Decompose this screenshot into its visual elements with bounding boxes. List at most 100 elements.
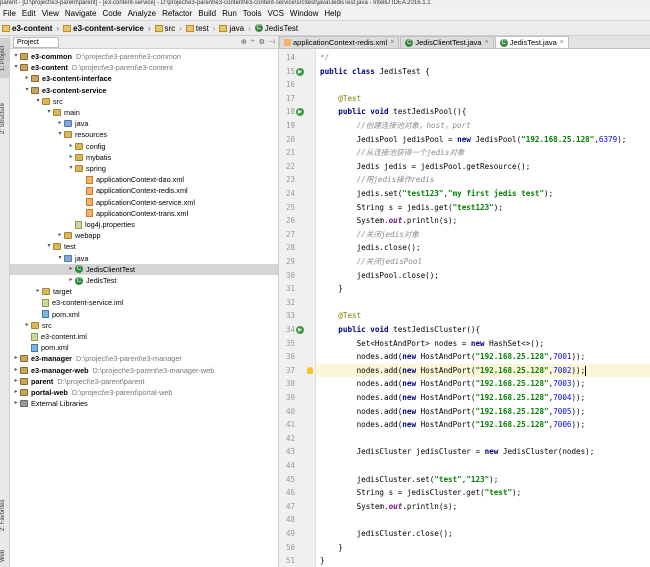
breadcrumb-label: java bbox=[229, 23, 245, 33]
chevron-down-icon[interactable]: ▾ bbox=[12, 51, 20, 62]
menu-item-run[interactable]: Run bbox=[219, 9, 240, 18]
tree-row[interactable]: e3-content.iml bbox=[10, 331, 278, 342]
chevron-right-icon[interactable]: ▸ bbox=[56, 118, 64, 129]
tree-row[interactable]: ▾ src bbox=[10, 96, 278, 107]
chevron-right-icon[interactable]: ▸ bbox=[34, 286, 42, 297]
tree-row[interactable]: ▸ mybatis bbox=[10, 152, 278, 163]
tree-row[interactable]: e3-content-service.iml bbox=[10, 297, 278, 308]
tree-row[interactable]: applicationContext-redis.xml bbox=[10, 185, 278, 196]
close-icon[interactable]: × bbox=[390, 37, 394, 48]
chevron-right-icon[interactable]: ▸ bbox=[12, 387, 20, 398]
tree-row[interactable]: applicationContext-dao.xml bbox=[10, 174, 278, 185]
chevron-down-icon[interactable]: ▾ bbox=[56, 253, 64, 264]
chevron-down-icon[interactable]: ▾ bbox=[12, 62, 20, 73]
run-test-icon[interactable]: ▶ bbox=[296, 326, 304, 334]
menu-item-build[interactable]: Build bbox=[195, 9, 219, 18]
breadcrumb-item[interactable]: java › bbox=[217, 24, 252, 33]
scroll-from-source-icon[interactable]: ⊕ bbox=[241, 38, 247, 46]
tree-row[interactable]: ▸ webapp bbox=[10, 230, 278, 241]
menu-item-edit[interactable]: Edit bbox=[19, 9, 39, 18]
tab-favorites[interactable]: 2: Favorites bbox=[0, 491, 9, 539]
tab-web[interactable]: Web bbox=[0, 546, 9, 566]
tree-row[interactable]: ▸ e3-manager D:\project\e3-parent\e3-manag… bbox=[10, 353, 278, 364]
tree-row[interactable]: ▾ java bbox=[10, 253, 278, 264]
tree-row[interactable]: pom.xml bbox=[10, 309, 278, 320]
tree-row[interactable]: ▾ resources bbox=[10, 129, 278, 140]
menu-item-code[interactable]: Code bbox=[99, 9, 124, 18]
breadcrumb-item[interactable]: src › bbox=[153, 24, 184, 33]
tab-structure[interactable]: 2: Structure bbox=[0, 92, 9, 144]
close-icon[interactable]: × bbox=[560, 37, 564, 48]
tab-project[interactable]: 1: Project bbox=[0, 38, 9, 78]
breadcrumb-item[interactable]: e3-content › bbox=[0, 24, 61, 33]
close-icon[interactable]: × bbox=[485, 37, 489, 48]
breadcrumb-label: src bbox=[164, 23, 176, 33]
chevron-right-icon[interactable]: ▸ bbox=[67, 264, 75, 275]
hide-panel-icon[interactable]: ⊣ bbox=[269, 38, 275, 46]
chevron-right-icon[interactable]: ▸ bbox=[67, 152, 75, 163]
tree-row[interactable]: ▾ e3-content-service bbox=[10, 85, 278, 96]
tree-item-label: JedisClientTest bbox=[86, 264, 136, 274]
tree-row[interactable]: ▸ parent D:\project\e3-parent\parent bbox=[10, 376, 278, 387]
tree-row[interactable]: applicationContext-trans.xml bbox=[10, 208, 278, 219]
project-view-selector[interactable]: Project bbox=[13, 36, 59, 48]
lightbulb-icon[interactable] bbox=[307, 366, 313, 374]
tree-row[interactable]: ▸ e3-content-interface bbox=[10, 73, 278, 84]
menu-item-analyze[interactable]: Analyze bbox=[125, 9, 159, 18]
chevron-right-icon[interactable]: ▸ bbox=[12, 365, 20, 376]
tree-row[interactable]: ▾ e3-content D:\project\e3-parent\e3-conte… bbox=[10, 62, 278, 73]
tree-row[interactable]: log4j.properties bbox=[10, 219, 278, 230]
menu-item-navigate[interactable]: Navigate bbox=[62, 9, 100, 18]
menu-item-vcs[interactable]: VCS bbox=[264, 9, 286, 18]
chevron-right-icon[interactable]: ▸ bbox=[67, 275, 75, 286]
tab-applicationcontext-redis-xml[interactable]: applicationContext-redis.xml × bbox=[279, 36, 400, 48]
tree-row[interactable]: ▸ config bbox=[10, 141, 278, 152]
tree-row[interactable]: ▸ C JedisTest bbox=[10, 275, 278, 286]
chevron-down-icon[interactable]: ▾ bbox=[45, 107, 53, 118]
chevron-right-icon[interactable]: ▸ bbox=[12, 376, 20, 387]
breadcrumb-item[interactable]: C JedisTest bbox=[253, 24, 300, 33]
chevron-right-icon[interactable]: ▸ bbox=[12, 398, 20, 409]
tree-row[interactable]: ▾ test bbox=[10, 241, 278, 252]
chevron-right-icon[interactable]: ▸ bbox=[12, 353, 20, 364]
tree-item-label: test bbox=[64, 242, 76, 252]
tree-row[interactable]: pom.xml bbox=[10, 342, 278, 353]
tree-row[interactable]: ▸ C JedisClientTest bbox=[10, 263, 278, 275]
chevron-right-icon[interactable]: ▸ bbox=[23, 73, 31, 84]
collapse-all-icon[interactable]: ÷ bbox=[251, 38, 255, 46]
chevron-down-icon[interactable]: ▾ bbox=[23, 85, 31, 96]
run-test-icon[interactable]: ▶ bbox=[296, 67, 304, 76]
tree-row[interactable]: ▾ main bbox=[10, 107, 278, 118]
tree-row[interactable]: ▾ e3-common D:\project\e3-parent\e3-common bbox=[10, 51, 278, 62]
tree-row[interactable]: ▸ src bbox=[10, 320, 278, 331]
tree-row[interactable]: ▸ External Libraries bbox=[10, 398, 278, 409]
tree-item-label: java bbox=[75, 253, 89, 263]
chevron-down-icon[interactable]: ▾ bbox=[67, 163, 75, 174]
menu-item-view[interactable]: View bbox=[39, 9, 62, 18]
run-test-icon[interactable]: ▶ bbox=[296, 108, 304, 117]
tree-row[interactable]: ▸ e3-manager-web D:\project\e3-parent\e3-m… bbox=[10, 365, 278, 376]
tree-row[interactable]: ▾ spring bbox=[10, 163, 278, 174]
tree-row[interactable]: applicationContext-service.xml bbox=[10, 197, 278, 208]
menu-item-tools[interactable]: Tools bbox=[240, 9, 265, 18]
chevron-right-icon[interactable]: ▸ bbox=[23, 320, 31, 331]
tree-row[interactable]: ▸ java bbox=[10, 118, 278, 129]
chevron-down-icon[interactable]: ▾ bbox=[45, 241, 53, 252]
menu-item-file[interactable]: File bbox=[0, 9, 19, 18]
chevron-right-icon[interactable]: ▸ bbox=[56, 230, 64, 241]
breadcrumb-item[interactable]: e3-content-service › bbox=[61, 24, 152, 33]
tree-row[interactable]: ▸ target bbox=[10, 286, 278, 297]
chevron-right-icon[interactable]: ▸ bbox=[67, 141, 75, 152]
chevron-down-icon[interactable]: ▾ bbox=[34, 96, 42, 107]
chevron-down-icon[interactable]: ▾ bbox=[56, 129, 64, 140]
breadcrumb-label: test bbox=[195, 23, 209, 33]
tab-jedistest-java[interactable]: C JedisTest.java × bbox=[494, 36, 569, 48]
menu-item-help[interactable]: Help bbox=[321, 9, 343, 18]
tree-row[interactable]: ▸ portal-web D:\project\e3-parent\portal-w… bbox=[10, 387, 278, 398]
menu-item-refactor[interactable]: Refactor bbox=[159, 9, 195, 18]
breadcrumb-item[interactable]: test › bbox=[184, 24, 218, 33]
tab-jedisclienttest-java[interactable]: C JedisClientTest.java × bbox=[400, 36, 494, 48]
gear-icon[interactable]: ⚙ bbox=[259, 38, 265, 46]
code-editor[interactable]: */ public class JedisTest { @Test public … bbox=[316, 49, 650, 567]
menu-item-window[interactable]: Window bbox=[287, 9, 321, 18]
